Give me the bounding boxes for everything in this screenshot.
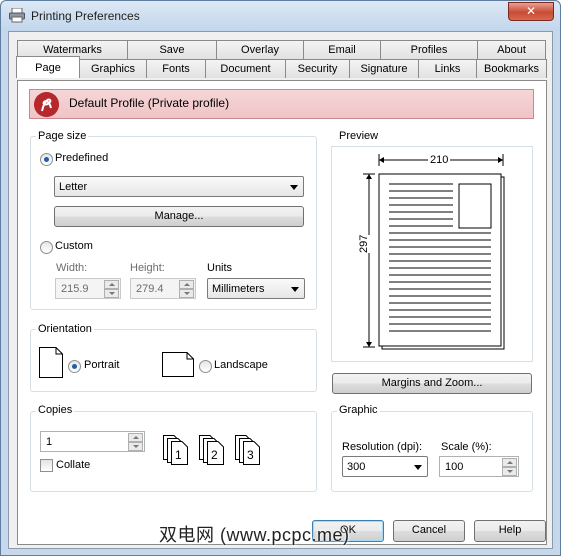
profile-label: Default Profile (Private profile) [69, 96, 230, 110]
tab-profiles[interactable]: Profiles [380, 40, 478, 59]
page-preview [363, 154, 505, 350]
tab-graphics[interactable]: Graphics [79, 59, 147, 78]
spin-up-icon[interactable] [104, 280, 119, 289]
preview-group-label: Preview [337, 130, 381, 142]
close-icon: ✕ [525, 4, 537, 18]
collate-digit: 2 [211, 448, 218, 462]
tab-save[interactable]: Save [127, 40, 217, 59]
printer-icon [9, 8, 25, 23]
units-value: Millimeters [212, 283, 265, 295]
tab-label: Overlay [241, 44, 279, 56]
tab-about[interactable]: About [477, 40, 546, 59]
landscape-label: Landscape [214, 359, 268, 371]
scale-value: 100 [445, 461, 464, 473]
width-stepper[interactable]: 215.9 [55, 278, 121, 299]
width-value: 215.9 [61, 283, 89, 295]
height-value: 279.4 [136, 283, 164, 295]
spin-up-icon[interactable] [502, 458, 517, 467]
title-bar[interactable]: Printing Preferences ✕ [1, 1, 560, 31]
printing-preferences-window: Printing Preferences ✕ Watermarks Save O… [0, 0, 561, 556]
cancel-button[interactable]: Cancel [393, 520, 465, 542]
custom-label: Custom [55, 240, 93, 252]
spin-up-icon[interactable] [179, 280, 194, 289]
close-button[interactable]: ✕ [508, 2, 554, 21]
help-button-label: Help [498, 524, 522, 536]
tab-label: Profiles [410, 44, 448, 56]
collate-digit: 3 [247, 448, 254, 462]
window-title: Printing Preferences [31, 9, 140, 23]
collate-label: Collate [56, 459, 91, 471]
portrait-label: Portrait [84, 359, 120, 371]
collate-digit: 1 [175, 448, 182, 462]
spin-up-icon[interactable] [128, 433, 143, 442]
landscape-page-icon [162, 352, 194, 377]
tab-signature[interactable]: Signature [349, 59, 419, 78]
tab-label: Email [328, 44, 356, 56]
tab-label: Security [297, 63, 338, 75]
resolution-label: Resolution (dpi): [342, 441, 423, 453]
tab-label: Signature [360, 63, 408, 75]
tab-label: Watermarks [43, 44, 102, 56]
resolution-value: 300 [347, 461, 366, 473]
tab-label: Graphics [90, 63, 136, 75]
preview-width-dimension: 210 [428, 154, 451, 166]
spin-down-icon[interactable] [104, 289, 119, 298]
spin-down-icon[interactable] [179, 289, 194, 298]
tab-label: Bookmarks [483, 63, 540, 75]
chevron-down-icon [290, 185, 298, 190]
landscape-radio[interactable] [199, 360, 212, 373]
copies-stepper[interactable]: 1 [40, 431, 145, 452]
chevron-down-icon [291, 287, 299, 292]
copies-group-label: Copies [36, 404, 75, 416]
tab-links[interactable]: Links [418, 59, 477, 78]
height-stepper[interactable]: 279.4 [130, 278, 196, 299]
custom-radio[interactable] [40, 241, 53, 254]
tab-label: About [497, 44, 526, 56]
portrait-page-icon [39, 347, 63, 378]
copies-value: 1 [46, 436, 53, 448]
tab-overlay[interactable]: Overlay [216, 40, 304, 59]
tab-page[interactable]: Page [16, 56, 80, 78]
tab-label: Save [159, 44, 185, 56]
tab-bookmarks[interactable]: Bookmarks [476, 59, 547, 78]
tab-label: Document [220, 63, 271, 75]
tab-security[interactable]: Security [285, 59, 350, 78]
height-label: Height: [130, 262, 165, 274]
watermark-text: 双电网 (www.pcpc.me) [159, 525, 350, 545]
predefined-radio[interactable] [40, 153, 53, 166]
portrait-radio[interactable] [68, 360, 81, 373]
graphic-group-label: Graphic [337, 404, 380, 416]
tab-document[interactable]: Document [205, 59, 286, 78]
spin-down-icon[interactable] [128, 442, 143, 451]
chevron-down-icon [414, 465, 422, 470]
tab-email[interactable]: Email [303, 40, 381, 59]
tab-label: Fonts [162, 63, 190, 75]
width-label: Width: [56, 262, 88, 274]
help-button[interactable]: Help [474, 520, 546, 542]
scale-stepper[interactable]: 100 [439, 456, 519, 477]
preview-height-dimension: 297 [358, 234, 370, 253]
manage-button-label: Manage... [154, 210, 204, 222]
predefined-label: Predefined [55, 152, 109, 164]
profile-banner: Default Profile (Private profile) [29, 89, 534, 119]
tab-label: Page [35, 62, 61, 74]
spin-down-icon[interactable] [502, 467, 517, 476]
scale-label: Scale (%): [441, 441, 492, 453]
tab-label: Links [434, 63, 461, 75]
cancel-button-label: Cancel [411, 524, 447, 536]
tab-fonts[interactable]: Fonts [146, 59, 206, 78]
margins-and-zoom-button[interactable]: Margins and Zoom... [332, 373, 532, 394]
paper-size-value: Letter [59, 181, 88, 193]
resolution-dropdown[interactable]: 300 [342, 456, 428, 477]
units-label: Units [207, 262, 233, 274]
margins-button-label: Margins and Zoom... [381, 377, 483, 389]
manage-button[interactable]: Manage... [54, 206, 304, 227]
page-size-group-label: Page size [36, 130, 89, 142]
units-dropdown[interactable]: Millimeters [207, 278, 305, 299]
orientation-group-label: Orientation [36, 323, 94, 335]
collate-checkbox[interactable] [40, 459, 53, 472]
paper-size-dropdown[interactable]: Letter [54, 176, 304, 197]
pdf-logo-icon [34, 92, 59, 117]
